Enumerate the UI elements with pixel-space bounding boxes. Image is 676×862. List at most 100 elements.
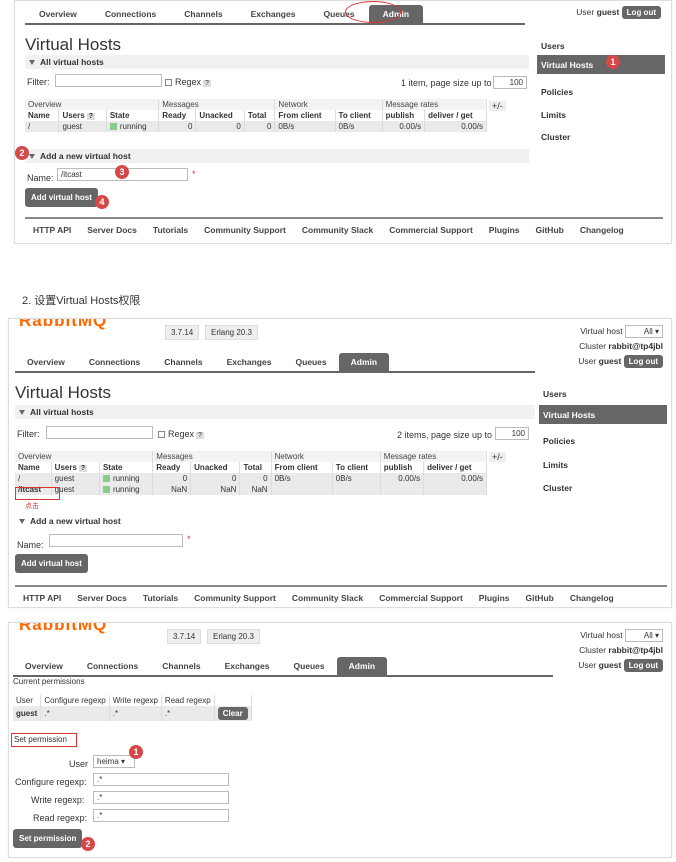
columns-toggle[interactable]: +/- [489, 452, 506, 462]
table-row[interactable]: /itcast guest running NaN NaN NaN [15, 484, 487, 495]
col-deliver[interactable]: deliver / get [424, 110, 487, 121]
regex-toggle[interactable]: Regex? [158, 429, 204, 439]
link-server-docs[interactable]: Server Docs [87, 225, 137, 235]
configure-regexp-input[interactable]: .* [93, 773, 229, 786]
link-plugins[interactable]: Plugins [489, 225, 520, 235]
tab-admin[interactable]: Admin [336, 657, 388, 675]
col-name[interactable]: Name [25, 110, 60, 121]
user-select[interactable]: heima ▾ [93, 755, 135, 768]
col-users[interactable]: Users? [58, 110, 107, 121]
col-from-client[interactable]: From client [271, 462, 333, 473]
col-from-client[interactable]: From client [274, 110, 336, 121]
link-github[interactable]: GitHub [526, 593, 554, 603]
link-community-slack[interactable]: Community Slack [292, 593, 363, 603]
tab-channels[interactable]: Channels [150, 657, 212, 675]
col-unacked[interactable]: Unacked [190, 462, 241, 473]
all-vhosts-header[interactable]: All virtual hosts [19, 407, 94, 417]
tab-exchanges[interactable]: Exchanges [237, 5, 310, 23]
vhost-select[interactable]: All ▾ [625, 325, 663, 338]
tab-channels[interactable]: Channels [152, 353, 214, 371]
sidebar-item-cluster[interactable]: Cluster [539, 481, 667, 495]
cell-name[interactable]: / [25, 121, 60, 132]
col-publish[interactable]: publish [382, 110, 426, 121]
link-changelog[interactable]: Changelog [580, 225, 624, 235]
sidebar-item-users[interactable]: Users [539, 387, 667, 401]
col-unacked[interactable]: Unacked [195, 110, 245, 121]
col-total[interactable]: Total [244, 110, 276, 121]
tab-connections[interactable]: Connections [77, 353, 152, 371]
logout-button[interactable]: Log out [621, 6, 661, 19]
col-ready[interactable]: Ready [158, 110, 197, 121]
add-vhost-header[interactable]: Add a new virtual host [29, 151, 131, 161]
set-permission-button[interactable]: Set permission [13, 829, 83, 848]
link-commercial-support[interactable]: Commercial Support [389, 225, 473, 235]
sidebar-item-virtual-hosts[interactable]: Virtual Hosts [539, 405, 667, 424]
logout-button[interactable]: Log out [623, 355, 663, 368]
col-name[interactable]: Name [15, 462, 52, 473]
sidebar-item-limits[interactable]: Limits [537, 108, 665, 122]
all-vhosts-header[interactable]: All virtual hosts [29, 57, 104, 67]
sidebar-item-cluster[interactable]: Cluster [537, 130, 665, 144]
tab-queues[interactable]: Queues [283, 353, 338, 371]
clear-button[interactable]: Clear [217, 707, 248, 720]
link-community-slack[interactable]: Community Slack [302, 225, 373, 235]
add-vhost-button[interactable]: Add virtual host [25, 188, 98, 207]
page-size-input[interactable]: 100 [493, 76, 527, 89]
link-community-support[interactable]: Community Support [204, 225, 286, 235]
tab-admin[interactable]: Admin [338, 353, 390, 371]
tab-overview[interactable]: Overview [13, 657, 75, 675]
columns-toggle[interactable]: +/- [489, 101, 506, 111]
sidebar-item-users[interactable]: Users [537, 39, 665, 53]
help-icon[interactable]: ? [86, 113, 95, 120]
tab-overview[interactable]: Overview [15, 353, 77, 371]
col-total[interactable]: Total [239, 462, 272, 473]
sidebar-item-policies[interactable]: Policies [539, 434, 667, 448]
add-vhost-header[interactable]: Add a new virtual host [19, 516, 121, 526]
tab-connections[interactable]: Connections [75, 657, 150, 675]
help-icon[interactable]: ? [78, 465, 88, 472]
table-row[interactable]: / guest running 0 0 0 0B/s 0B/s 0.00/s 0… [15, 473, 487, 484]
col-state[interactable]: State [106, 110, 160, 121]
col-users[interactable]: Users? [51, 462, 100, 473]
vhost-select[interactable]: All ▾ [625, 629, 663, 642]
tab-overview[interactable]: Overview [25, 5, 91, 23]
vhost-name-input[interactable] [49, 534, 183, 547]
link-server-docs[interactable]: Server Docs [77, 593, 127, 603]
add-vhost-button[interactable]: Add virtual host [15, 554, 88, 573]
tab-exchanges[interactable]: Exchanges [213, 657, 282, 675]
link-community-support[interactable]: Community Support [194, 593, 276, 603]
filter-input[interactable] [46, 426, 153, 439]
help-icon[interactable]: ? [203, 80, 211, 87]
sidebar-item-limits[interactable]: Limits [539, 458, 667, 472]
tab-connections[interactable]: Connections [91, 5, 170, 23]
link-plugins[interactable]: Plugins [479, 593, 510, 603]
col-publish[interactable]: publish [380, 462, 425, 473]
sidebar-item-policies[interactable]: Policies [537, 85, 665, 99]
regex-checkbox[interactable] [158, 431, 165, 439]
col-deliver[interactable]: deliver / get [423, 462, 487, 473]
filter-input[interactable] [55, 74, 162, 87]
link-http-api[interactable]: HTTP API [33, 225, 71, 235]
link-changelog[interactable]: Changelog [570, 593, 614, 603]
link-commercial-support[interactable]: Commercial Support [379, 593, 463, 603]
col-ready[interactable]: Ready [152, 462, 192, 473]
help-icon[interactable]: ? [196, 432, 204, 439]
regex-checkbox[interactable] [165, 79, 172, 87]
link-github[interactable]: GitHub [536, 225, 564, 235]
link-tutorials[interactable]: Tutorials [143, 593, 178, 603]
page-size-input[interactable]: 100 [495, 427, 529, 440]
col-to-client[interactable]: To client [335, 110, 383, 121]
read-regexp-input[interactable]: .* [93, 809, 229, 822]
tab-channels[interactable]: Channels [170, 5, 236, 23]
col-state[interactable]: State [99, 462, 154, 473]
link-http-api[interactable]: HTTP API [23, 593, 61, 603]
col-to-client[interactable]: To client [332, 462, 381, 473]
cell-name[interactable]: / [15, 473, 52, 484]
logout-button[interactable]: Log out [623, 659, 663, 672]
link-tutorials[interactable]: Tutorials [153, 225, 188, 235]
regex-toggle[interactable]: Regex? [165, 77, 211, 87]
write-regexp-input[interactable]: .* [93, 791, 229, 804]
sidebar-item-virtual-hosts[interactable]: Virtual Hosts [537, 55, 665, 74]
tab-queues[interactable]: Queues [281, 657, 336, 675]
table-row[interactable]: / guest running 0 0 0 0B/s 0B/s 0.00/s 0… [25, 121, 487, 132]
